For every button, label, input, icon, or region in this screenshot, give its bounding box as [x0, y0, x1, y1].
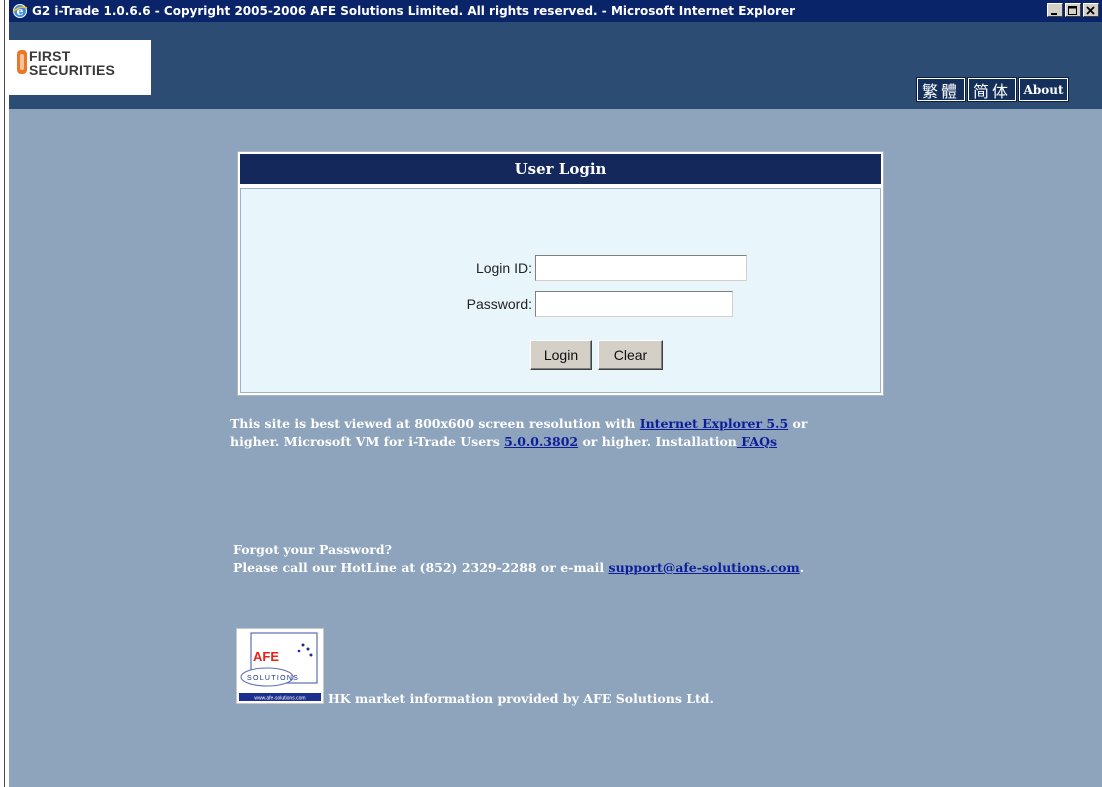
- login-form: Login ID: Password: Login Clear: [240, 188, 881, 393]
- login-button[interactable]: Login: [530, 340, 592, 370]
- password-input[interactable]: [535, 291, 733, 317]
- traditional-chinese-button[interactable]: 繁體: [915, 77, 967, 102]
- forgot-password-info: Forgot your Password? Please call our Ho…: [233, 542, 805, 575]
- ie-icon: e: [12, 3, 28, 19]
- maximize-button[interactable]: [1065, 3, 1081, 17]
- support-email-link[interactable]: support@afe-solutions.com: [609, 560, 800, 575]
- about-button[interactable]: About: [1018, 77, 1070, 102]
- window-title: G2 i-Trade 1.0.6.6 - Copyright 2005-2006…: [32, 4, 796, 18]
- faqs-link[interactable]: FAQs: [737, 434, 777, 449]
- clear-button[interactable]: Clear: [598, 340, 663, 370]
- first-securities-logo: FIRST SECURITIES: [9, 40, 151, 95]
- minimize-button[interactable]: [1047, 3, 1063, 17]
- page-header: FIRST SECURITIES 繁體 简体 About: [9, 22, 1102, 109]
- login-id-input[interactable]: [535, 255, 747, 281]
- title-bar[interactable]: e G2 i-Trade 1.0.6.6 - Copyright 2005-20…: [9, 0, 1102, 22]
- browser-window: e G2 i-Trade 1.0.6.6 - Copyright 2005-20…: [9, 0, 1102, 787]
- afe-logo-subtext: SOLUTIONS: [247, 675, 299, 682]
- afe-caption: HK market information provided by AFE So…: [328, 691, 714, 706]
- browser-notice: This site is best viewed at 800x600 scre…: [230, 416, 808, 449]
- login-id-label: Login ID:: [475, 260, 532, 276]
- afe-solutions-logo: AFE SOLUTIONS www.afe-solutions.com: [236, 628, 324, 704]
- login-title: User Login: [240, 154, 881, 184]
- forgot-password-heading: Forgot your Password?: [233, 542, 392, 557]
- afe-logo-url: www.afe-solutions.com: [254, 696, 305, 702]
- ie-link[interactable]: Internet Explorer 5.5: [640, 416, 788, 431]
- password-label: Password:: [466, 296, 532, 312]
- login-panel: User Login Login ID: Password: Login Cle…: [237, 151, 884, 396]
- vm-version-link[interactable]: 5.0.0.3802: [504, 434, 578, 449]
- brand-line-2: SECURITIES: [29, 62, 116, 78]
- outer-window-edge: [0, 0, 9, 787]
- afe-logo-text: AFE: [253, 649, 279, 664]
- simplified-chinese-button[interactable]: 简体: [967, 77, 1018, 102]
- language-switcher: 繁體 简体 About: [915, 77, 1070, 102]
- close-button[interactable]: [1083, 3, 1099, 17]
- brand-mark-icon: [17, 50, 27, 74]
